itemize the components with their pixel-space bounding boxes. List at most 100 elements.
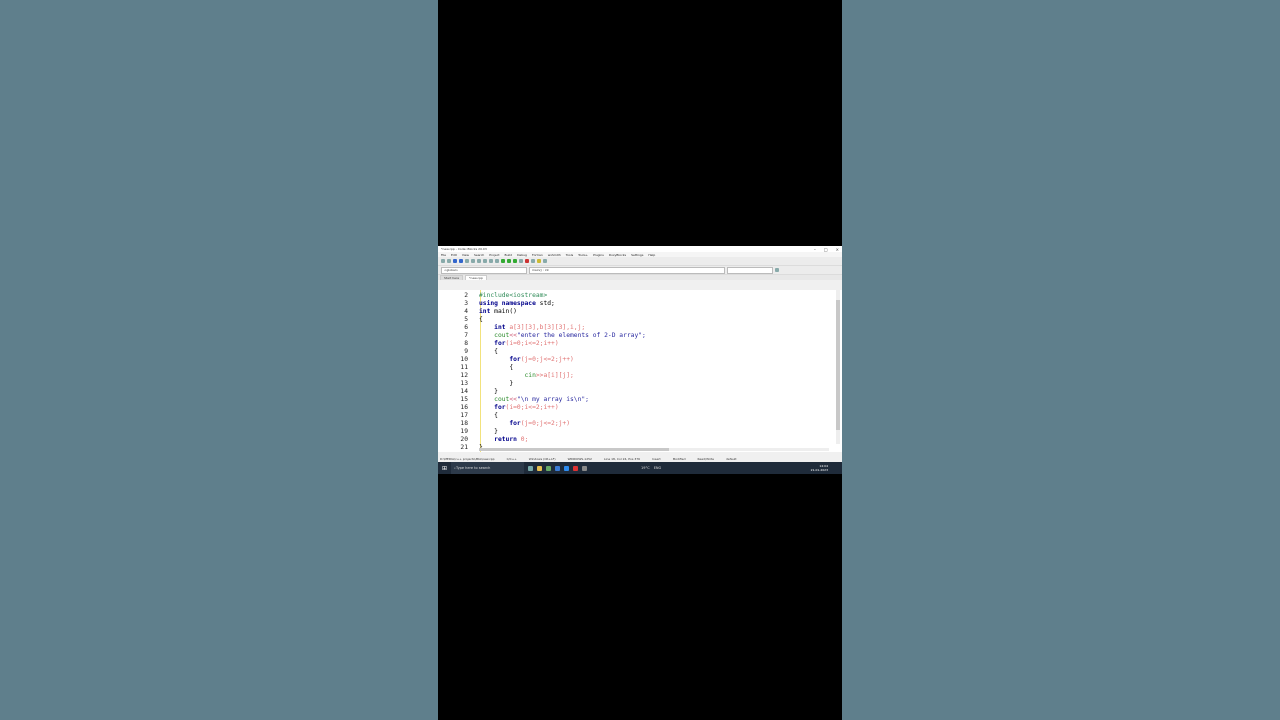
window-title: *new.cpp - Code::Blocks 20.03 [441,247,487,251]
scrollbar-thumb[interactable] [836,300,840,430]
code-toolbar: <global> main() : int [438,266,842,275]
code-line: } [479,388,498,395]
code-line: cout<<"\n my array is\n"; [479,396,589,403]
code-line: { [479,364,514,371]
status-bar: D:\MEDIA\c++ projects\MIA\new.cpp C/C++ … [438,456,842,461]
scope-select[interactable]: <global> [441,266,527,274]
line-number: 6 [464,324,468,331]
editor-tabs: Start here *new.cpp [438,275,842,280]
file-explorer-icon[interactable] [537,465,543,471]
line-number: 11 [460,364,468,371]
horizontal-scrollbar[interactable] [479,448,829,451]
code-line: { [479,412,498,419]
open-icon[interactable] [447,259,451,263]
menu-view[interactable]: View [462,253,469,257]
line-number: 2 [464,292,468,299]
code-line: { [479,316,483,323]
line-number: 17 [460,412,468,419]
cut-icon[interactable] [477,259,481,263]
encoding: WINDOWS-1252 [567,456,592,461]
search-icon[interactable] [775,268,779,272]
new-file-icon[interactable] [441,259,445,263]
menu-build[interactable]: Build [505,253,513,257]
debug-icon[interactable] [531,259,535,263]
tab-new-cpp[interactable]: *new.cpp [465,275,487,280]
menu-tools-plus[interactable]: Tools+ [578,253,588,257]
menu-plugins[interactable]: Plugins [593,253,604,257]
paste-icon[interactable] [489,259,493,263]
line-number: 4 [464,308,468,315]
minimize-icon[interactable]: – [814,247,816,252]
app-icon[interactable] [582,465,588,471]
build-run-icon[interactable] [513,259,517,263]
code-editor[interactable]: 2 3 4 5 6 7 8 9 10 11 12 13 14 15 16 17 … [438,290,842,452]
line-number: 13 [460,380,468,387]
code-line: for(i=0;i<=2;i++) [479,404,559,411]
menu-tools[interactable]: Tools [566,253,573,257]
search-box[interactable] [727,266,773,274]
run-icon[interactable] [507,259,511,263]
codeblocks-icon[interactable] [546,465,552,471]
code-line: for(i=0;i<=2;i++) [479,340,559,347]
menu-project[interactable]: Project [489,253,499,257]
edge-icon[interactable] [564,465,570,471]
weather[interactable]: 19°C [641,466,650,470]
taskbar-search[interactable]: ⌕ Type here to search [451,462,525,474]
save-icon[interactable] [453,259,457,263]
code-line: return 0; [479,436,529,443]
preprocessor: #include<iostream> [479,292,548,299]
line-number: 14 [460,388,468,395]
menu-settings[interactable]: Settings [631,253,643,257]
abort-icon[interactable] [525,259,529,263]
find-icon[interactable] [495,259,499,263]
line-number: 5 [464,316,468,323]
line-endings: Windows (CR+LF) [528,456,556,461]
vertical-scrollbar[interactable] [836,290,840,444]
line-number: 3 [464,300,468,307]
profile: default [726,456,737,461]
code-line: } [479,380,514,387]
code-line: int main() [479,308,517,315]
source-code[interactable]: #include<iostream> using namespace std; … [479,292,646,452]
input-language[interactable]: ENG [654,466,662,470]
clock[interactable]: 14:04 21-01-2023 [811,464,828,472]
breakpoint-icon[interactable] [537,259,541,263]
menu-fortran[interactable]: Fortran [532,253,543,257]
menu-debug[interactable]: Debug [517,253,527,257]
close-icon[interactable]: × [836,247,839,252]
code-line: cout<<"enter the elements of 2-D array"; [479,332,646,339]
rebuild-icon[interactable] [519,259,523,263]
menu-edit[interactable]: Edit [451,253,457,257]
maximize-icon[interactable]: □ [824,247,828,252]
menu-help[interactable]: Help [648,253,655,257]
menu-file[interactable]: File [441,253,446,257]
menu-wxsmith[interactable]: wxSmith [548,253,561,257]
save-all-icon[interactable] [459,259,463,263]
line-number: 15 [460,396,468,403]
symbol-select[interactable]: main() : int [529,266,725,274]
build-icon[interactable] [501,259,505,263]
date: 21-01-2023 [810,468,828,472]
code-line: #include<iostream> [479,292,646,300]
windows-start-icon[interactable]: ⊞ [438,465,447,472]
menu-doxyblocks[interactable]: DoxyBlocks [609,253,626,257]
step-icon[interactable] [543,259,547,263]
app-icon[interactable] [573,465,579,471]
insert-mode: Insert [652,456,661,461]
scrollbar-thumb[interactable] [479,448,669,451]
read-write: Read/Write [697,456,714,461]
line-number: 8 [464,340,468,347]
copy-icon[interactable] [483,259,487,263]
line-number: 10 [460,356,468,363]
modified-state: Modified [672,456,686,461]
code-line: using namespace std; [479,300,555,307]
menu-search[interactable]: Search [474,253,484,257]
redo-icon[interactable] [471,259,475,263]
store-icon[interactable] [555,465,561,471]
codeblocks-window: *new.cpp - Code::Blocks 20.03 – □ × File… [438,246,842,474]
undo-icon[interactable] [465,259,469,263]
task-view-icon[interactable] [528,465,534,471]
tab-start-here[interactable]: Start here [440,275,464,280]
line-number: 21 [460,444,468,451]
code-line: for(j=0;j<=2;j+) [479,420,570,427]
